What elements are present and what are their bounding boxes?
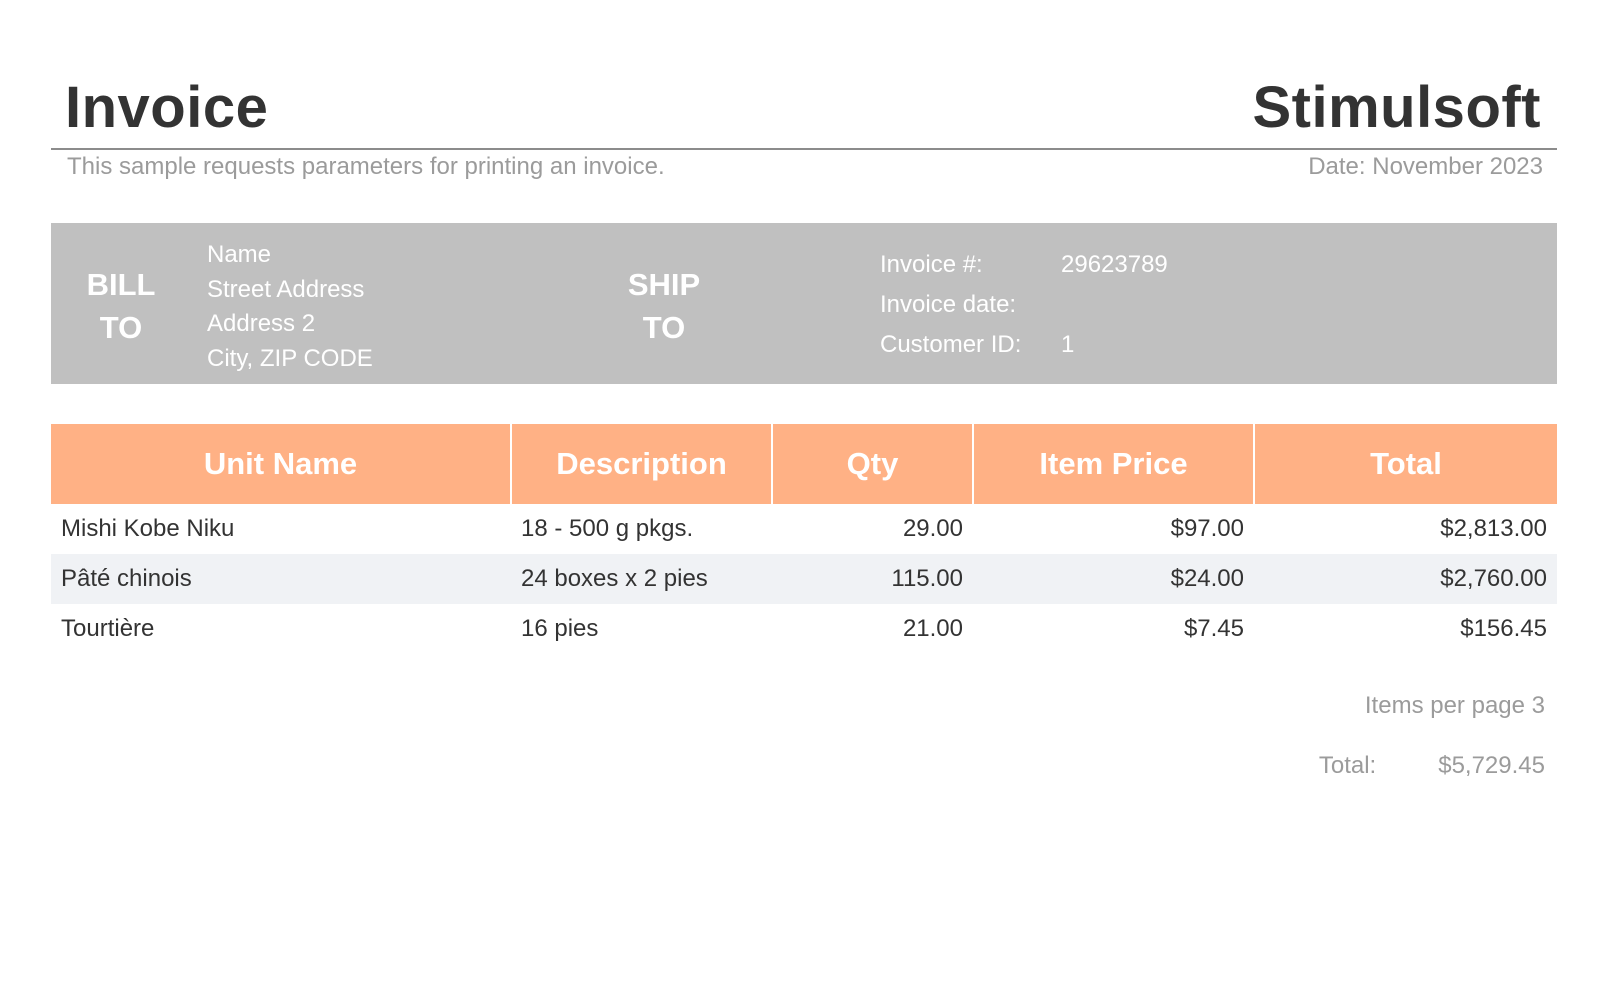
invoice-subtitle: This sample requests parameters for prin…: [67, 153, 665, 180]
ship-to-label-line2: TO: [642, 310, 686, 345]
bill-to-city-zip: City, ZIP CODE: [207, 344, 373, 372]
bill-to-street: Street Address: [207, 275, 365, 303]
cell-qty: 21.00: [902, 615, 963, 642]
invoice-items-table: Unit Name Description Qty Item Price Tot…: [51, 424, 1557, 654]
invoice-number-value: 29623789: [1061, 251, 1168, 278]
invoice-date-label: Invoice date:: [880, 291, 1017, 318]
cell-total: $2,760.00: [1254, 554, 1557, 604]
cell-qty: 115.00: [772, 554, 973, 604]
cell-unit-name: Mishi Kobe Niku: [61, 515, 235, 542]
brand-name: Stimulsoft: [1252, 75, 1541, 140]
cell-description: 24 boxes x 2 pies: [511, 554, 772, 604]
invoice-details: Invoice #: 29623789 Invoice date: Custom…: [880, 245, 1261, 365]
customer-id-label: Customer ID:: [880, 331, 1022, 358]
bill-to-label-line1: BILL: [86, 267, 156, 302]
table-row: Mishi Kobe Niku 18 - 500 g pkgs. 29.00 $…: [51, 504, 1557, 554]
table-row: Tourtière 16 pies 21.00 $7.45 $156.45: [51, 604, 1557, 654]
customer-id-row: Customer ID: 1: [880, 325, 1261, 365]
cell-description: 18 - 500 g pkgs.: [521, 515, 694, 542]
invoice-number-row: Invoice #: 29623789: [880, 245, 1261, 285]
column-header-description: Description: [511, 424, 773, 504]
ship-to-label: SHIP TO: [616, 263, 712, 349]
cell-total: $156.45: [1460, 615, 1547, 642]
bill-to-label: BILL TO: [73, 263, 169, 349]
bill-to-name: Name: [207, 241, 272, 268]
column-header-unit-name: Unit Name: [51, 424, 512, 504]
grand-total-label: Total:: [1318, 752, 1377, 779]
bill-to-address: Name Street Address Address 2 City, ZIP …: [207, 238, 373, 376]
cell-item-price: $7.45: [1183, 615, 1244, 642]
items-per-page: Items per page 3: [1364, 692, 1545, 719]
invoice-date-line: Date: November 2023: [1308, 153, 1543, 180]
cell-unit-name: Pâté chinois: [51, 554, 511, 604]
cell-unit-name: Tourtière: [61, 615, 155, 642]
bill-to-address2: Address 2: [207, 310, 316, 337]
invoice-header: Invoice Stimulsoft: [51, 66, 1557, 150]
cell-item-price: $24.00: [973, 554, 1254, 604]
cell-description: 16 pies: [521, 615, 599, 642]
invoice-title: Invoice: [65, 75, 269, 140]
column-header-item-price: Item Price: [973, 424, 1255, 504]
invoice-number-label: Invoice #:: [880, 251, 983, 278]
cell-total: $2,813.00: [1440, 515, 1547, 542]
grand-total-value: $5,729.45: [1438, 752, 1545, 779]
invoice-date-value: [1061, 285, 1261, 325]
invoice-page: Invoice Stimulsoft This sample requests …: [51, 0, 1557, 1000]
column-header-total: Total: [1254, 424, 1557, 504]
bill-to-label-line2: TO: [99, 310, 143, 345]
customer-id-value: 1: [1061, 331, 1075, 358]
ship-to-label-line1: SHIP: [627, 267, 701, 302]
table-header-row: Unit Name Description Qty Item Price Tot…: [51, 424, 1557, 504]
cell-qty: 29.00: [902, 515, 963, 542]
table-row: Pâté chinois 24 boxes x 2 pies 115.00 $2…: [51, 554, 1557, 604]
address-info-band: BILL TO Name Street Address Address 2 Ci…: [51, 223, 1557, 384]
grand-total: Total: $5,729.45: [1319, 752, 1545, 780]
column-header-qty: Qty: [772, 424, 974, 504]
cell-item-price: $97.00: [1170, 515, 1244, 542]
invoice-date-row: Invoice date:: [880, 285, 1261, 325]
